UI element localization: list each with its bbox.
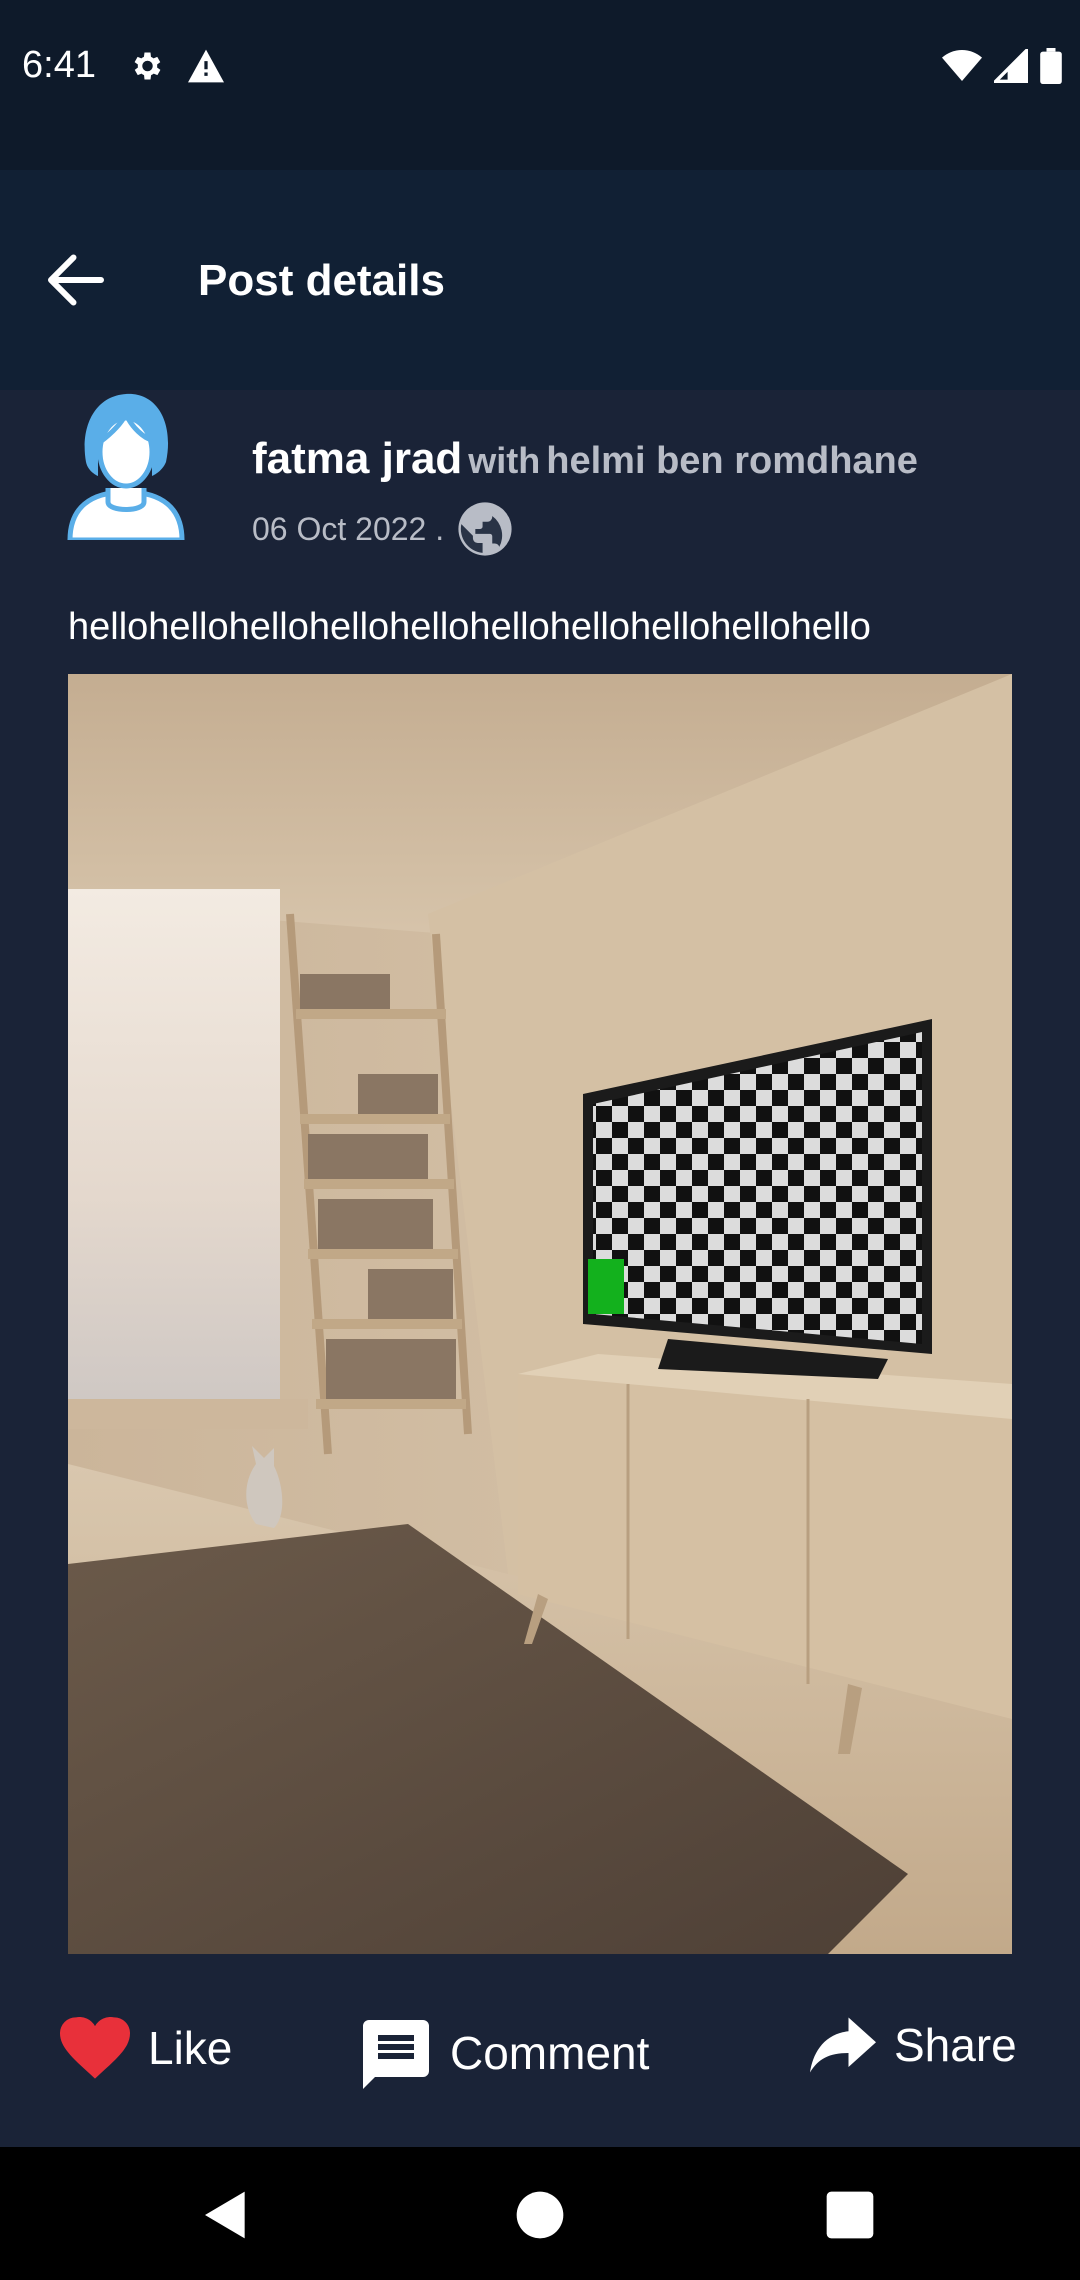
comment-button[interactable]: Comment	[360, 2017, 649, 2089]
battery-icon	[1040, 48, 1062, 84]
post-date: 06 Oct 2022 .	[252, 510, 445, 547]
nav-back-icon[interactable]	[198, 2187, 254, 2243]
author-line: fatma jrad with helmi ben romdhane	[252, 434, 918, 484]
comment-icon	[363, 2020, 429, 2089]
gear-icon	[134, 52, 161, 80]
with-label: with	[468, 440, 541, 481]
like-label: Like	[148, 2022, 233, 2074]
avatar[interactable]	[64, 390, 188, 540]
status-bar: 6:41	[0, 0, 1080, 170]
system-nav-bar	[0, 2147, 1080, 2280]
wifi-icon	[942, 50, 982, 81]
share-button[interactable]: Share	[810, 2017, 1017, 2073]
globe-icon	[458, 502, 512, 556]
tagged-name[interactable]: helmi ben romdhane	[546, 440, 918, 482]
nav-home-icon[interactable]	[512, 2187, 568, 2243]
post-actions: Like Comment Share	[0, 1955, 1080, 2147]
like-button[interactable]: Like	[60, 2017, 232, 2079]
post-image[interactable]	[68, 674, 1012, 1954]
signal-icon	[994, 49, 1028, 83]
app-bar: Post details	[0, 170, 1080, 390]
share-label: Share	[894, 2019, 1017, 2071]
arrow-left-icon	[48, 254, 104, 306]
share-arrow-icon	[810, 2017, 876, 2073]
post-content[interactable]: fatma jrad with helmi ben romdhane 06 Oct …	[0, 390, 1080, 1955]
comment-label: Comment	[450, 2027, 650, 2079]
warning-icon	[188, 49, 224, 83]
heart-icon	[60, 2017, 130, 2079]
nav-recents-icon[interactable]	[822, 2187, 878, 2243]
post-text: hellohellohellohellohellohellohellohello…	[68, 606, 871, 648]
post-meta: 06 Oct 2022 .	[252, 500, 514, 558]
back-button[interactable]	[36, 240, 116, 320]
author-name[interactable]: fatma jrad	[252, 434, 462, 483]
status-time: 6:41	[22, 44, 96, 86]
page-title: Post details	[198, 256, 445, 305]
